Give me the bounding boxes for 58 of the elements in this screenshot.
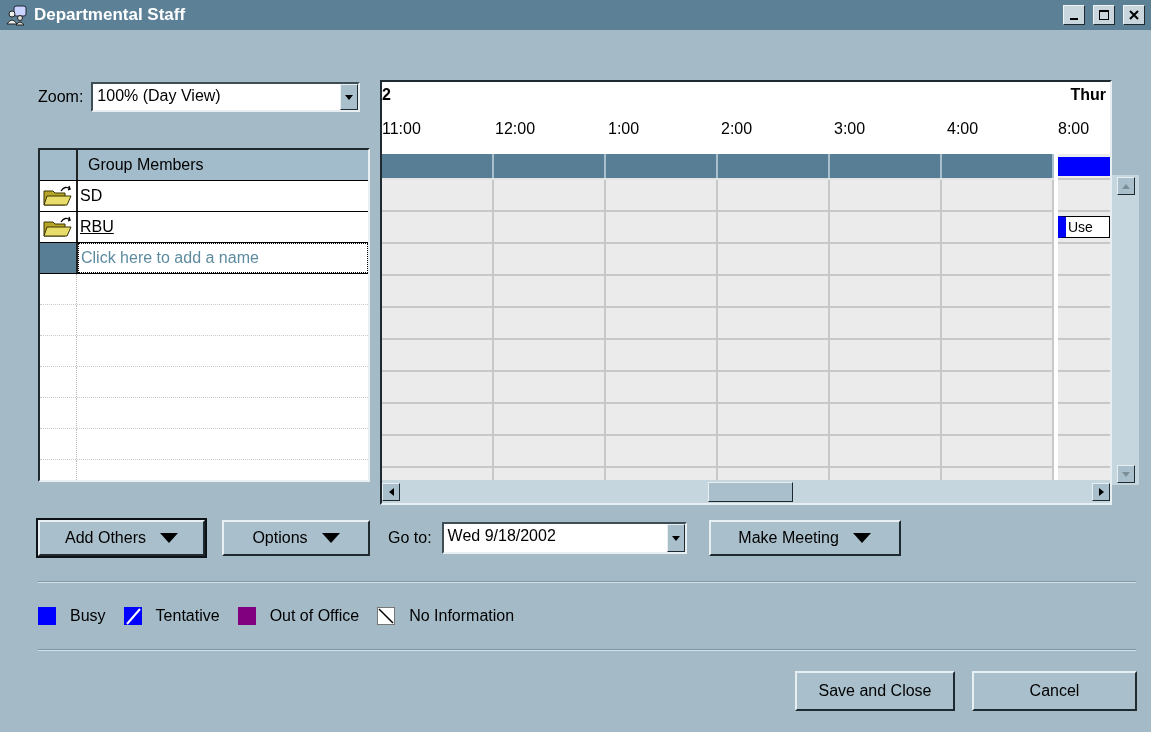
zoom-dropdown[interactable]: 100% (Day View) — [91, 82, 361, 112]
time-label: 1:00 — [608, 120, 641, 138]
date-field[interactable]: Wed 9/18/2002 — [441, 522, 687, 554]
minimize-button[interactable] — [1063, 5, 1085, 25]
menu-button[interactable]: Options — [222, 520, 370, 556]
folder-icon — [43, 185, 73, 207]
down-arrow-icon — [1121, 471, 1130, 477]
add-name-field[interactable]: Click here to add a name — [78, 243, 368, 273]
legend-label: Out of Office — [269, 607, 360, 625]
appointment-block[interactable]: Use — [1058, 216, 1110, 238]
time-slot — [1058, 404, 1110, 436]
vertical-scrollbar[interactable] — [1112, 175, 1139, 485]
row-selector[interactable] — [40, 243, 78, 273]
window-title: Departmental Staff — [34, 5, 187, 25]
minimize-icon — [1070, 17, 1078, 20]
legend-label: No Information — [409, 607, 515, 625]
close-button[interactable] — [1123, 5, 1145, 25]
legend-label: Busy — [70, 607, 106, 625]
group-icon — [6, 4, 28, 26]
time-label: 4:00 — [947, 120, 980, 138]
left-arrow-icon — [388, 487, 394, 496]
maximize-button[interactable] — [1093, 5, 1115, 25]
maximize-icon — [1099, 10, 1109, 20]
member-name[interactable]: RBU — [80, 218, 114, 236]
time-label: 12:00 — [495, 120, 537, 138]
caret-icon — [852, 533, 871, 543]
legend-label: Tentative — [155, 607, 220, 625]
legend-swatch — [377, 607, 396, 625]
time-label: 2:00 — [721, 120, 754, 138]
date-label: Thur — [1070, 86, 1106, 104]
caret-icon — [321, 533, 340, 543]
time-slot — [1058, 276, 1110, 308]
time-label: 3:00 — [834, 120, 867, 138]
time-slot — [1058, 340, 1110, 372]
dropdown-button[interactable] — [340, 84, 359, 110]
up-arrow-icon — [1121, 183, 1130, 189]
dropdown-button[interactable] — [666, 524, 685, 552]
zoom-label: Zoom: — [38, 88, 84, 106]
dialog-button[interactable]: Cancel — [972, 671, 1137, 711]
horizontal-scrollbar[interactable] — [382, 480, 1110, 503]
close-icon — [1129, 10, 1139, 20]
caret-icon — [671, 535, 680, 541]
go-to-label: Go to: — [388, 529, 432, 547]
caret-icon — [345, 94, 354, 100]
date-label: 2 — [382, 86, 391, 104]
time-slot — [1058, 308, 1110, 340]
folder-icon — [43, 216, 73, 238]
time-slot — [1058, 372, 1110, 404]
menu-button[interactable]: Add Others — [38, 520, 205, 556]
caret-icon — [159, 533, 178, 543]
member-name[interactable]: SD — [80, 187, 103, 205]
time-label: 8:00 — [1058, 120, 1090, 138]
right-arrow-icon — [1098, 487, 1104, 496]
dialog-button[interactable]: Save and Close — [795, 671, 955, 711]
make-meeting-button[interactable]: Make Meeting — [708, 520, 901, 556]
scroll-thumb[interactable] — [708, 481, 793, 502]
time-label: 11:00 — [382, 120, 422, 138]
time-slot — [1058, 436, 1110, 468]
